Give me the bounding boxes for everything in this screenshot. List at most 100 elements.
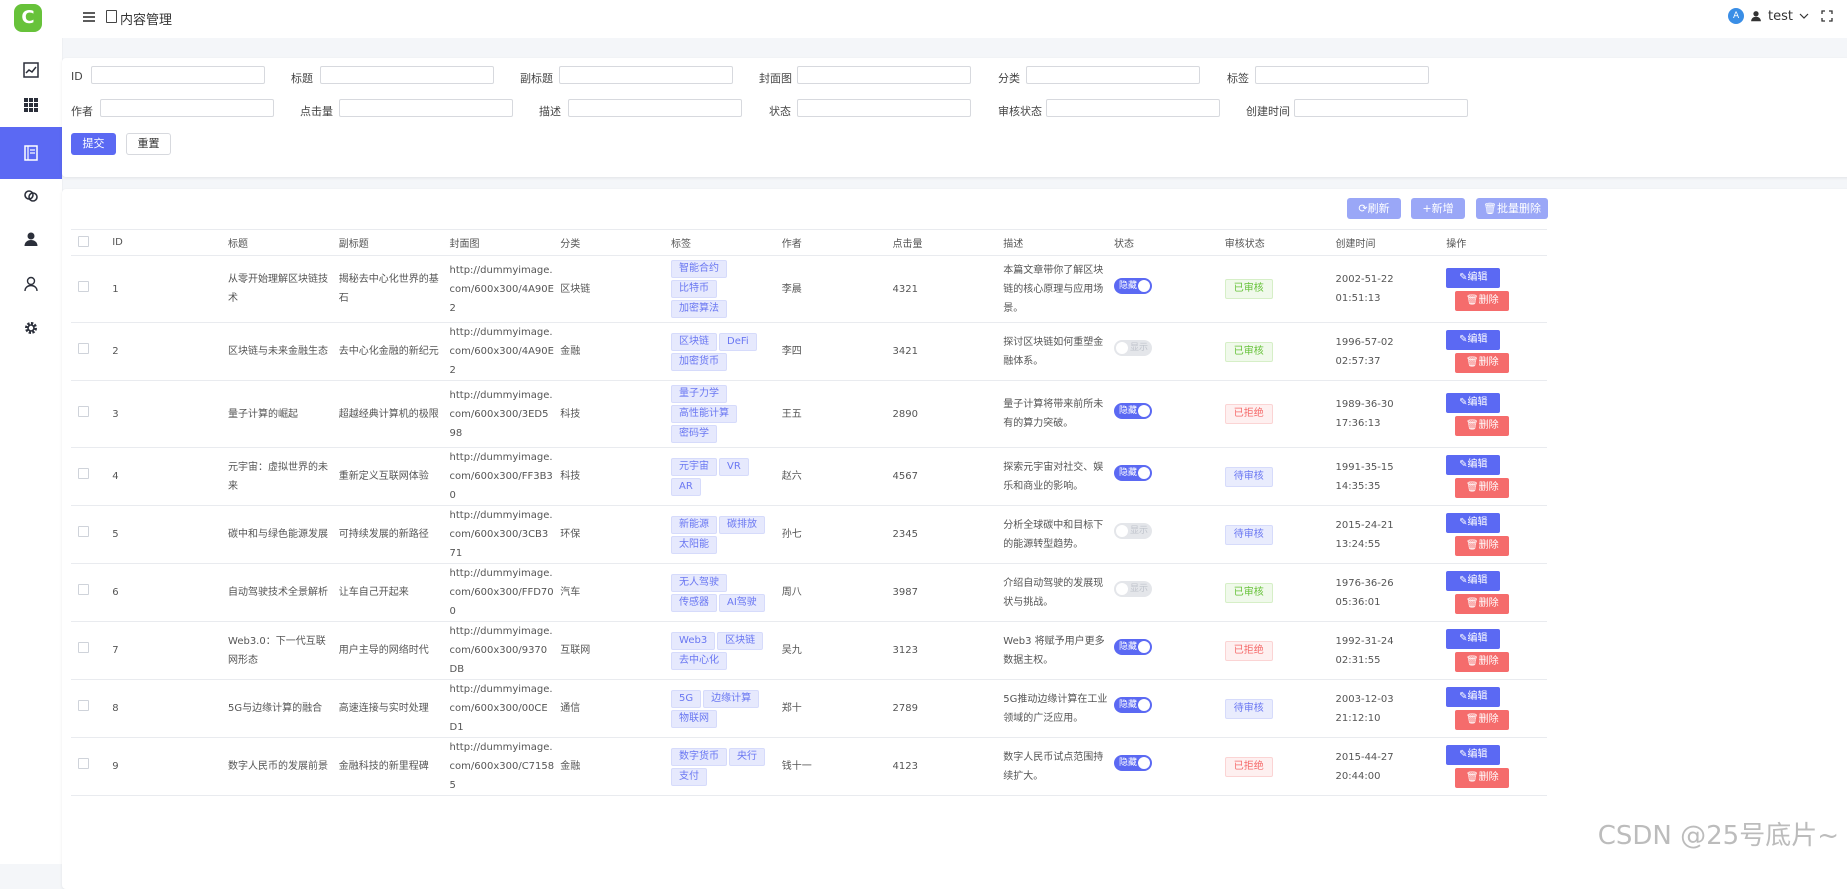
delete-button[interactable]: 🗑删除 xyxy=(1455,768,1510,788)
desc-input[interactable] xyxy=(568,99,742,117)
edit-button[interactable]: ✎编辑 xyxy=(1446,330,1501,350)
delete-button[interactable]: 🗑删除 xyxy=(1455,710,1510,730)
column-header[interactable]: 副标题 xyxy=(332,229,444,256)
delete-button[interactable]: 🗑删除 xyxy=(1455,415,1510,436)
status-toggle-label: 隐藏 xyxy=(1119,758,1138,768)
select-all-checkbox[interactable] xyxy=(78,235,89,247)
row-checkbox[interactable] xyxy=(78,405,89,417)
trash-icon: 🗑 xyxy=(1465,656,1479,667)
status-toggle[interactable]: 显示 xyxy=(1114,581,1153,597)
delete-button[interactable]: 🗑删除 xyxy=(1455,536,1510,556)
table-row[interactable]: 9 数字人民币的发展前景 金融科技的新里程碑 http://dummyimage.co… xyxy=(71,737,1547,796)
column-header[interactable]: 分类 xyxy=(554,229,666,256)
row-checkbox[interactable] xyxy=(78,526,89,537)
row-checkbox[interactable] xyxy=(78,758,89,769)
category-cell: 通信 xyxy=(554,679,666,738)
menu-toggle-icon[interactable] xyxy=(82,10,96,24)
status-toggle[interactable]: 隐藏 xyxy=(1114,277,1153,294)
cover-input[interactable] xyxy=(797,66,971,84)
add-button[interactable]: +新增 xyxy=(1411,198,1465,219)
audit-cell: 已拒绝 xyxy=(1218,737,1330,796)
column-header[interactable]: 审核状态 xyxy=(1218,229,1330,256)
row-checkbox[interactable] xyxy=(78,343,89,354)
status-badge: 已拒绝 xyxy=(1224,404,1273,424)
edit-button[interactable]: ✎编辑 xyxy=(1446,455,1501,475)
batch-delete-button[interactable]: 🗑批量删除 xyxy=(1476,198,1548,219)
submit-button[interactable]: 提交 xyxy=(71,133,116,155)
user-menu[interactable]: A test xyxy=(1728,8,1833,24)
edit-button[interactable]: ✎编辑 xyxy=(1446,687,1501,707)
column-header[interactable]: 操作 xyxy=(1440,229,1547,256)
delete-button[interactable]: 🗑删除 xyxy=(1455,478,1510,498)
fullscreen-icon[interactable] xyxy=(1821,10,1833,22)
id-cell: 7 xyxy=(106,621,223,680)
delete-button[interactable]: 🗑删除 xyxy=(1455,290,1510,311)
row-checkbox[interactable] xyxy=(78,468,89,479)
table-row[interactable]: 1 从零开始理解区块链技术 揭秘去中心化世界的基石 http://dummyimage… xyxy=(71,255,1547,323)
table-row[interactable]: 6 自动驾驶技术全景解析 让车自己开起来 http://dummyimage.com/… xyxy=(71,563,1547,622)
delete-button[interactable]: 🗑删除 xyxy=(1455,594,1510,614)
reset-button[interactable]: 重置 xyxy=(126,133,171,155)
edit-button[interactable]: ✎编辑 xyxy=(1446,571,1501,591)
category-cell: 环保 xyxy=(554,505,666,564)
edit-button[interactable]: ✎编辑 xyxy=(1446,629,1501,649)
created-input[interactable] xyxy=(1294,99,1468,117)
status-toggle[interactable]: 显示 xyxy=(1114,340,1153,356)
status-toggle[interactable]: 隐藏 xyxy=(1114,755,1153,771)
column-header[interactable]: 标签 xyxy=(665,229,776,256)
delete-button[interactable]: 🗑删除 xyxy=(1455,353,1510,373)
table-row[interactable]: 4 元宇宙：虚拟世界的未来 重新定义互联网体验 http://dummyimage.c… xyxy=(71,447,1547,506)
status-cell: 隐藏 xyxy=(1108,380,1219,448)
edit-button[interactable]: ✎编辑 xyxy=(1446,513,1501,533)
row-checkbox[interactable] xyxy=(78,700,89,711)
tag: 支付 xyxy=(671,767,708,786)
column-header[interactable]: ID xyxy=(106,229,223,256)
row-checkbox[interactable] xyxy=(78,584,89,595)
audit-input[interactable] xyxy=(1046,99,1220,117)
edit-button[interactable]: ✎编辑 xyxy=(1446,392,1501,413)
row-checkbox[interactable] xyxy=(78,642,89,653)
table-row[interactable]: 5 碳中和与绿色能源发展 可持续发展的新路径 http://dummyimage.co… xyxy=(71,505,1547,564)
table-row[interactable]: 3 量子计算的崛起 超越经典计算机的极限 http://dummyimage.com/… xyxy=(71,380,1547,448)
edit-label: 编辑 xyxy=(1467,271,1488,283)
column-header[interactable]: 描述 xyxy=(997,229,1109,256)
subtitle-input[interactable] xyxy=(559,66,733,84)
status-input[interactable] xyxy=(797,99,971,117)
sidebar-item-settings[interactable] xyxy=(0,302,62,354)
column-header[interactable]: 标题 xyxy=(222,229,333,256)
edit-button[interactable]: ✎编辑 xyxy=(1446,267,1501,288)
column-header[interactable]: 创建时间 xyxy=(1329,229,1441,256)
column-header[interactable]: 作者 xyxy=(775,229,887,256)
table-row[interactable]: 2 区块链与未来金融生态 去中心化金融的新纪元 http://dummyimage.c… xyxy=(71,322,1547,381)
trash-icon: 🗑 xyxy=(1465,419,1479,431)
id-input[interactable] xyxy=(91,66,265,84)
table-row[interactable]: 7 Web3.0：下一代互联网形态 用户主导的网络时代 http://dummyima… xyxy=(71,621,1547,680)
table-row[interactable]: 8 5G与边缘计算的融合 高速连接与实时处理 http://dummyimage.co… xyxy=(71,679,1547,738)
delete-button[interactable]: 🗑删除 xyxy=(1455,652,1510,672)
status-cell: 显示 xyxy=(1108,322,1219,381)
status-toggle[interactable]: 隐藏 xyxy=(1114,402,1153,419)
status-toggle[interactable]: 显示 xyxy=(1114,523,1153,539)
column-header[interactable]: 封面图 xyxy=(443,229,555,256)
edit-button[interactable]: ✎编辑 xyxy=(1446,745,1501,765)
column-header[interactable]: 状态 xyxy=(1108,229,1219,256)
status-cell: 隐藏 xyxy=(1108,447,1219,506)
category-cell: 科技 xyxy=(554,447,666,506)
title-input[interactable] xyxy=(320,66,494,84)
category-input[interactable] xyxy=(1026,66,1200,84)
tags-input[interactable] xyxy=(1255,66,1429,84)
refresh-button[interactable]: ⟳刷新 xyxy=(1347,198,1401,219)
column-header[interactable]: 点击量 xyxy=(886,229,998,256)
breadcrumb: 内容管理 xyxy=(120,13,173,28)
author-input[interactable] xyxy=(100,99,274,117)
status-badge: 已拒绝 xyxy=(1224,756,1273,777)
status-toggle[interactable]: 隐藏 xyxy=(1114,697,1153,713)
created-cell: 2003-12-03 21:12:10 xyxy=(1329,679,1441,738)
app-logo[interactable]: C xyxy=(14,4,42,32)
desc-cell: Web3 将赋予用户更多数据主权。 xyxy=(997,621,1109,680)
sidebar-item-apps[interactable] xyxy=(0,79,62,131)
status-toggle[interactable]: 隐藏 xyxy=(1114,465,1153,481)
clicks-input[interactable] xyxy=(339,99,513,117)
row-checkbox[interactable] xyxy=(78,280,89,292)
status-toggle[interactable]: 隐藏 xyxy=(1114,639,1153,655)
